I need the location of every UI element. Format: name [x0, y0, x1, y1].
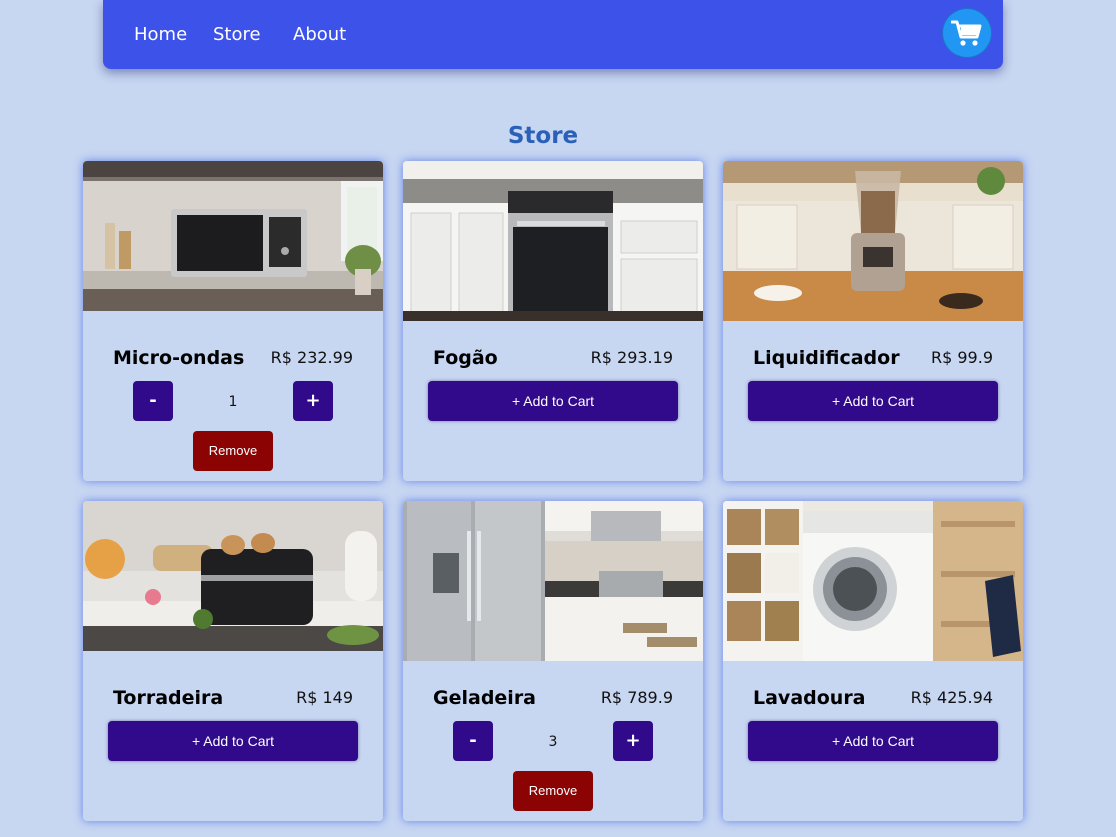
add-to-cart-button[interactable]: + Add to Cart	[108, 721, 358, 761]
product-card-liquidificador: Liquidificador R$ 99.9 + Add to Cart	[723, 161, 1023, 481]
add-to-cart-button[interactable]: + Add to Cart	[748, 721, 998, 761]
product-name: Lavadoura	[753, 687, 866, 709]
nav-link-home[interactable]: Home	[134, 24, 187, 46]
product-card-micro-ondas: Micro-ondas R$ 232.99 - 1 + Remove	[83, 161, 383, 481]
increment-button[interactable]: +	[293, 381, 333, 421]
product-name: Geladeira	[433, 687, 537, 709]
product-name: Micro-ondas	[113, 347, 245, 369]
navbar: Home Store About	[103, 0, 1003, 69]
product-price: R$ 425.94	[910, 688, 993, 707]
refrigerator-photo	[403, 501, 703, 661]
product-price: R$ 232.99	[270, 348, 353, 367]
quantity-value: 3	[548, 734, 558, 750]
add-to-cart-button[interactable]: + Add to Cart	[748, 381, 998, 421]
stove-photo	[403, 161, 703, 321]
product-price: R$ 149	[296, 688, 353, 707]
cart-button[interactable]	[943, 9, 991, 57]
product-card-lavadoura: Lavadoura R$ 425.94 + Add to Cart	[723, 501, 1023, 821]
nav-link-store[interactable]: Store	[213, 24, 261, 46]
blender-photo	[723, 161, 1023, 321]
microwave-photo	[83, 161, 383, 311]
remove-button[interactable]: Remove	[513, 771, 593, 811]
toaster-photo	[83, 501, 383, 651]
nav-link-about[interactable]: About	[293, 24, 346, 46]
remove-button[interactable]: Remove	[193, 431, 273, 471]
product-price: R$ 99.9	[930, 348, 993, 367]
product-price: R$ 789.9	[600, 688, 673, 707]
product-card-geladeira: Geladeira R$ 789.9 - 3 + Remove	[403, 501, 703, 821]
decrement-button[interactable]: -	[453, 721, 493, 761]
product-name: Torradeira	[113, 687, 224, 709]
product-card-fogao: Fogão R$ 293.19 + Add to Cart	[403, 161, 703, 481]
product-price: R$ 293.19	[590, 348, 673, 367]
product-name: Liquidificador	[753, 347, 900, 369]
decrement-button[interactable]: -	[133, 381, 173, 421]
quantity-value: 1	[228, 394, 238, 410]
product-card-torradeira: Torradeira R$ 149 + Add to Cart	[83, 501, 383, 821]
product-name: Fogão	[433, 347, 498, 369]
shopping-cart-icon	[951, 20, 982, 46]
washing-machine-photo	[723, 501, 1023, 661]
increment-button[interactable]: +	[613, 721, 653, 761]
page-title: Store	[507, 123, 579, 149]
add-to-cart-button[interactable]: + Add to Cart	[428, 381, 678, 421]
